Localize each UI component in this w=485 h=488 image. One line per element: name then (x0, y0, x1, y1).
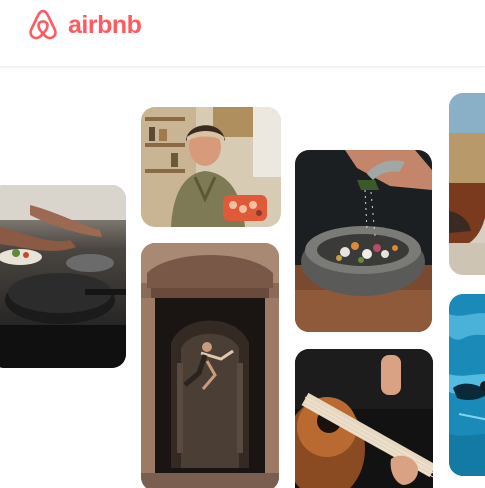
dancer-archway-image (141, 243, 279, 488)
street-partial-image (449, 93, 485, 275)
street-partial-tile[interactable] (449, 93, 485, 275)
brand-wordmark: airbnb (68, 10, 142, 39)
pool-swimmer-image (449, 294, 485, 476)
stone-bowl-seasoning-image (295, 150, 432, 332)
pool-swimmer-tile[interactable] (449, 294, 485, 476)
cooking-pan-image (0, 185, 126, 368)
stone-bowl-seasoning-tile[interactable] (295, 150, 432, 332)
airbnb-logo-link[interactable]: airbnb (25, 7, 142, 43)
dancer-archway-tile[interactable] (141, 243, 279, 488)
chef-portrait-tile[interactable] (141, 107, 281, 227)
guitar-player-image (295, 349, 433, 488)
page: airbnb (0, 0, 485, 488)
cooking-pan-tile[interactable] (0, 185, 126, 368)
chef-portrait-image (141, 107, 281, 227)
airbnb-belo-icon (29, 9, 57, 40)
guitar-player-tile[interactable] (295, 349, 433, 488)
experience-gallery (0, 66, 485, 488)
top-header: airbnb (0, 0, 485, 66)
